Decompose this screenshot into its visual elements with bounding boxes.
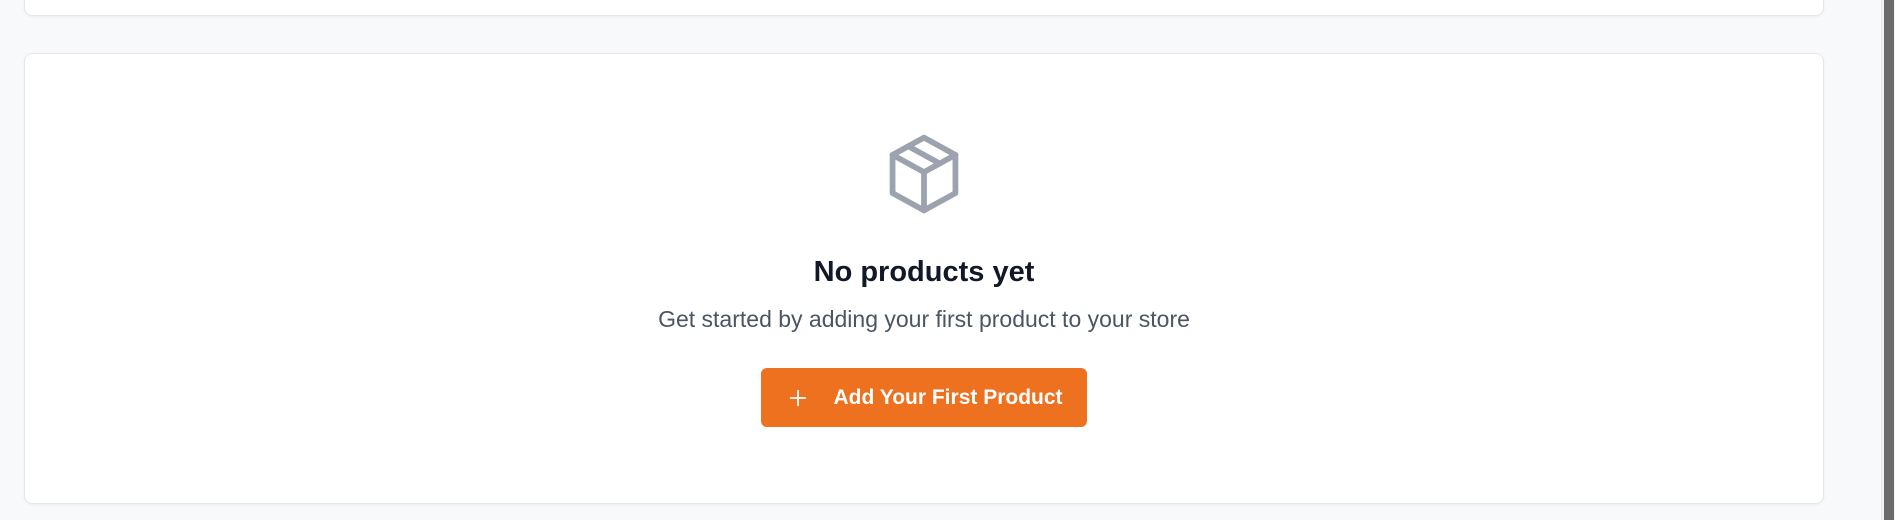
scrollbar-thumb[interactable] [1884,0,1894,520]
add-first-product-button[interactable]: Add Your First Product [761,368,1087,427]
add-first-product-label: Add Your First Product [833,385,1063,409]
vertical-scrollbar[interactable] [1881,0,1895,520]
empty-state-card: No products yet Get started by adding yo… [24,53,1824,504]
empty-state-description: Get started by adding your first product… [658,306,1190,332]
package-box-icon [889,134,959,214]
plus-icon [790,389,807,406]
empty-state-title: No products yet [813,256,1035,288]
previous-card [24,0,1824,16]
